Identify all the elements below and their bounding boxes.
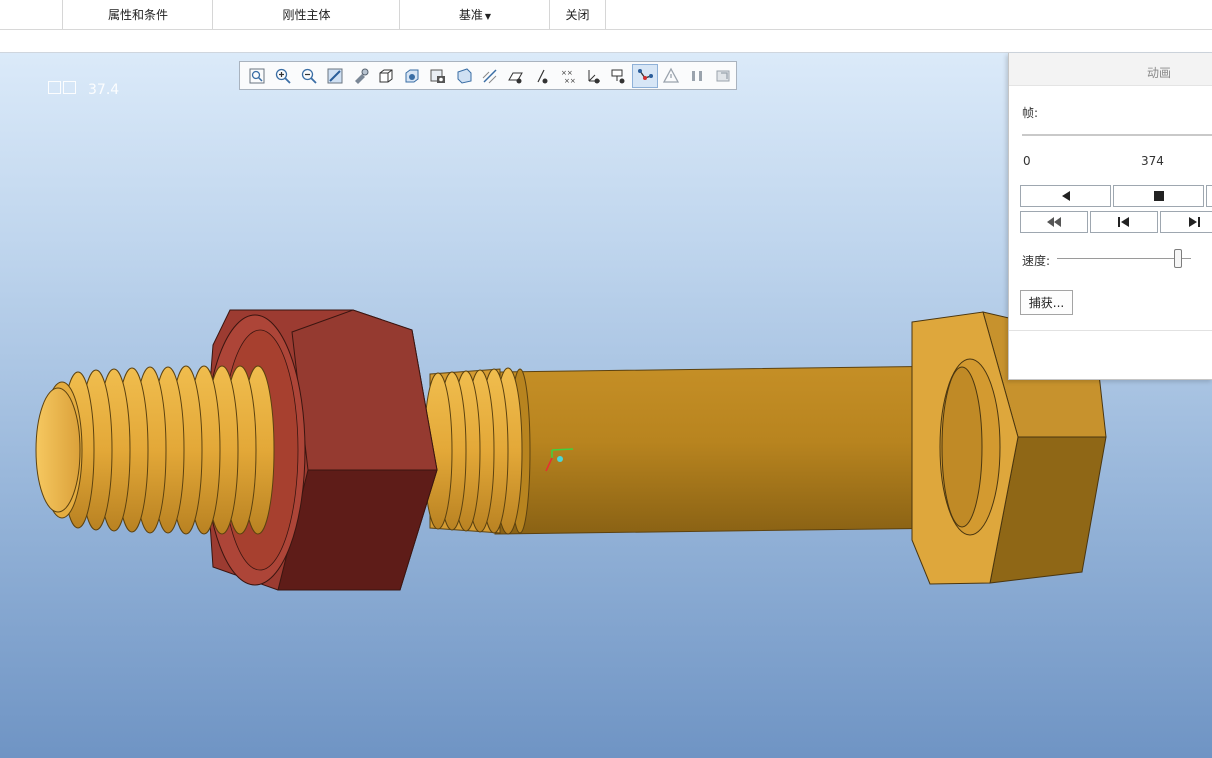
connection-icon[interactable] — [632, 63, 659, 88]
saved-orientations-icon[interactable] — [399, 64, 425, 88]
frame-readout: 37.4 — [48, 81, 119, 98]
frame-start-value: 0 — [1023, 154, 1031, 168]
repaint-icon[interactable] — [322, 64, 348, 88]
zoom-out-icon[interactable] — [296, 64, 322, 88]
frame-readout-value: 37.4 — [88, 81, 120, 98]
frame-label: 帧: — [1022, 106, 1039, 120]
panel-divider — [1009, 330, 1212, 331]
display-style-icon[interactable] — [373, 64, 399, 88]
svg-text:××: ×× — [564, 77, 576, 85]
step-back-button[interactable] — [1090, 211, 1158, 233]
animation-panel-header: 动画 — [1009, 53, 1212, 86]
frame-end-value: 374 — [1141, 154, 1164, 168]
rewind-button[interactable] — [1020, 211, 1088, 233]
ribbon-sub-strip — [0, 30, 1212, 53]
step-back-icon — [1118, 217, 1129, 227]
view-manager-icon[interactable] — [425, 64, 451, 88]
annotation-display-icon[interactable] — [606, 64, 632, 88]
coordinate-systems-icon[interactable]: ×× ×× — [555, 64, 581, 88]
perspective-icon[interactable] — [451, 64, 477, 88]
bolt-thread-inner[interactable] — [423, 367, 531, 535]
refit-icon[interactable] — [244, 64, 270, 88]
speed-slider[interactable] — [1057, 258, 1191, 259]
datum-points-icon[interactable] — [529, 64, 555, 88]
stop-button[interactable] — [1113, 185, 1204, 207]
tab-rigid-body[interactable]: 刚性主体 — [212, 0, 400, 29]
zoom-in-icon[interactable] — [270, 64, 296, 88]
chevron-down-icon: ▼ — [484, 12, 492, 21]
datum-planes-icon[interactable] — [477, 64, 503, 88]
tab-datum[interactable]: 基准 ▼ — [399, 0, 550, 29]
speed-label: 速度: — [1022, 254, 1051, 268]
frame-slider[interactable] — [1022, 134, 1212, 136]
tab-close[interactable]: 关闭 — [549, 0, 606, 29]
clear-icon[interactable] — [710, 64, 736, 88]
step-forward-button[interactable] — [1160, 211, 1212, 233]
play-reverse-button[interactable] — [1020, 185, 1111, 207]
svg-text:××: ×× — [561, 69, 573, 77]
spin-center-icon[interactable] — [581, 64, 607, 88]
datum-axes-icon[interactable] — [503, 64, 529, 88]
play-forward-button[interactable] — [1206, 185, 1212, 207]
capture-button[interactable]: 捕获... — [1020, 290, 1073, 315]
speed-slider-handle[interactable] — [1173, 249, 1182, 268]
frame-readout-icon — [48, 81, 78, 98]
ribbon-bar: 属性和条件 刚性主体 基准 ▼ 关闭 — [0, 0, 1212, 30]
pause-icon[interactable] — [684, 64, 710, 88]
stop-icon — [1153, 191, 1164, 201]
rewind-icon — [1047, 217, 1061, 227]
bolt-thread-outer[interactable] — [35, 365, 275, 535]
animation-panel: 动画 帧: 0 374 速度: 捕获... — [1008, 53, 1212, 380]
tab-properties-and-conditions[interactable]: 属性和条件 — [62, 0, 213, 29]
animation-panel-title: 动画 — [1147, 66, 1172, 80]
warning-icon[interactable] — [658, 64, 684, 88]
play-reverse-icon — [1061, 191, 1070, 201]
pan-zoom-icon[interactable] — [348, 64, 374, 88]
step-forward-icon — [1189, 217, 1200, 227]
view-toolbar: ×× ×× — [239, 61, 737, 90]
tab-datum-label: 基准 — [458, 8, 483, 22]
